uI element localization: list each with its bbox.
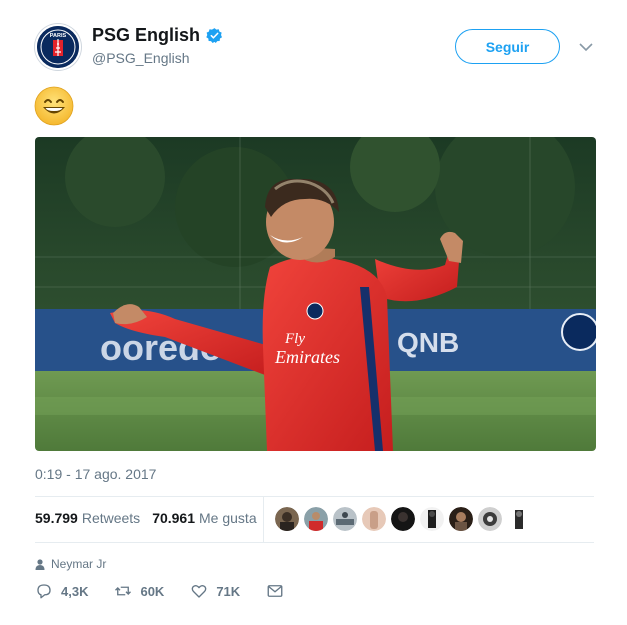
board-sponsor-2: QNB	[397, 327, 459, 358]
retweets-count[interactable]: 59.799	[35, 510, 78, 526]
like-count: 71K	[216, 583, 241, 599]
likes-count[interactable]: 70.961	[152, 510, 195, 526]
account-name[interactable]: PSG English	[92, 25, 200, 46]
likes-label[interactable]: Me gusta	[199, 510, 257, 526]
account-avatar[interactable]: PARIS	[35, 24, 81, 70]
psg-logo-icon: PARIS	[37, 26, 79, 68]
person-icon	[35, 558, 45, 570]
heart-icon	[191, 584, 207, 598]
liker-avatar[interactable]	[507, 507, 531, 531]
reply-icon	[37, 584, 51, 599]
shirt-sponsor-line-1: Fly	[284, 331, 305, 347]
tagged-person[interactable]: Neymar Jr	[51, 557, 106, 571]
account-handle[interactable]: @PSG_English	[92, 50, 189, 66]
retweet-icon	[115, 586, 132, 596]
stats-separator	[263, 497, 264, 542]
reply-button[interactable]: 4,3K	[35, 582, 88, 600]
retweet-count: 60K	[140, 583, 165, 599]
liker-avatar[interactable]	[391, 507, 415, 531]
shirt-sponsor-line-2: Emirates	[274, 347, 340, 367]
logo-text: PARIS	[50, 33, 67, 39]
follow-button[interactable]: Seguir	[455, 29, 560, 64]
divider	[35, 496, 594, 497]
chevron-down-icon[interactable]	[578, 40, 594, 54]
tweet-photo[interactable]: ooredoo QNB Fly Emirates	[35, 137, 596, 451]
liker-avatar[interactable]	[420, 507, 444, 531]
grinning-face-emoji-icon	[34, 86, 74, 126]
liker-avatar[interactable]	[304, 507, 328, 531]
tweet-actions: 4,3K 60K 71K	[35, 582, 310, 600]
envelope-icon	[267, 585, 283, 597]
liker-avatar[interactable]	[333, 507, 357, 531]
liker-avatar[interactable]	[362, 507, 386, 531]
retweets-label[interactable]: Retweets	[82, 510, 140, 526]
reply-count: 4,3K	[61, 583, 89, 599]
liker-avatar[interactable]	[275, 507, 299, 531]
tweet-context: Neymar Jr	[35, 557, 106, 571]
tweet-timestamp[interactable]: 0:19 - 17 ago. 2017	[35, 466, 156, 482]
direct-message-button[interactable]	[266, 582, 284, 600]
verified-badge-icon	[206, 27, 223, 44]
liker-avatars	[275, 507, 531, 531]
account-name-row: PSG English	[92, 25, 223, 46]
liker-avatar[interactable]	[449, 507, 473, 531]
liker-avatar[interactable]	[478, 507, 502, 531]
tweet-stats: 59.799 Retweets 70.961 Me gusta	[35, 510, 269, 526]
retweet-button[interactable]: 60K	[114, 582, 164, 600]
like-button[interactable]: 71K	[190, 582, 240, 600]
divider	[35, 542, 594, 543]
